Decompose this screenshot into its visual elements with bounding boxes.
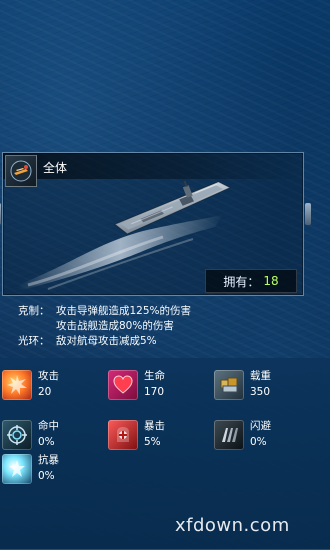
desc-label: 光环： — [18, 335, 50, 347]
stat-label: 载重 — [250, 370, 271, 382]
desc-text: 攻击战舰造成80%的伤害 — [56, 320, 174, 332]
stat-attack: 攻击 20 — [2, 370, 59, 400]
stat-text: 抗暴 0% — [38, 454, 59, 482]
dodge-icon — [214, 420, 244, 450]
heart-icon — [108, 370, 138, 400]
stat-value: 0% — [38, 470, 55, 482]
target-icon — [2, 420, 32, 450]
explosion-icon — [2, 370, 32, 400]
watermark-text: xfdown.com — [175, 515, 290, 536]
desc-text: 敌对航母攻击减成5% — [56, 335, 157, 347]
stat-value: 0% — [250, 436, 267, 448]
stat-cargo: 载重 350 — [214, 370, 271, 400]
desc-label: 克制： — [18, 305, 50, 317]
stat-value: 350 — [250, 386, 271, 398]
ship-description: 克制： 攻击导弹舰造成125%的伤害 攻击战舰造成80%的伤害 光环： 敌对航母… — [18, 304, 318, 349]
stat-label: 生命 — [144, 370, 165, 382]
stat-dodge: 闪避 0% — [214, 420, 271, 450]
desc-row: 光环： 敌对航母攻击减成5% — [18, 334, 318, 349]
resist-icon — [2, 454, 32, 484]
stat-text: 命中 0% — [38, 420, 59, 448]
desc-row: 攻击战舰造成80%的伤害 — [18, 319, 318, 334]
stat-label: 抗暴 — [38, 454, 59, 466]
critical-icon — [108, 420, 138, 450]
owned-count-box: 拥有： 18 — [205, 269, 297, 293]
panel-right-handle[interactable] — [305, 203, 311, 225]
desc-row: 克制： 攻击导弹舰造成125%的伤害 — [18, 304, 318, 319]
stat-value: 5% — [144, 436, 161, 448]
stat-value: 0% — [38, 436, 55, 448]
ship-preview-panel: 全体 拥有： 18 — [0, 152, 311, 296]
stat-text: 暴击 5% — [144, 420, 165, 448]
stat-resist: 抗暴 0% — [2, 454, 59, 484]
stat-accuracy: 命中 0% — [2, 420, 59, 450]
stat-label: 闪避 — [250, 420, 271, 432]
owned-count: 18 — [263, 274, 279, 288]
stat-text: 载重 350 — [250, 370, 271, 398]
stat-value: 20 — [38, 386, 52, 398]
stat-life: 生命 170 — [108, 370, 165, 400]
desc-text: 攻击导弹舰造成125%的伤害 — [56, 305, 192, 317]
stat-text: 攻击 20 — [38, 370, 59, 398]
stat-label: 暴击 — [144, 420, 165, 432]
cargo-icon — [214, 370, 244, 400]
owned-label: 拥有： — [223, 274, 260, 289]
stat-critical: 暴击 5% — [108, 420, 165, 450]
panel-left-handle[interactable] — [0, 203, 1, 225]
desc-label — [18, 319, 56, 334]
stat-label: 攻击 — [38, 370, 59, 382]
stat-text: 生命 170 — [144, 370, 165, 398]
stat-text: 闪避 0% — [250, 420, 271, 448]
stat-label: 命中 — [38, 420, 59, 432]
stat-value: 170 — [144, 386, 165, 398]
